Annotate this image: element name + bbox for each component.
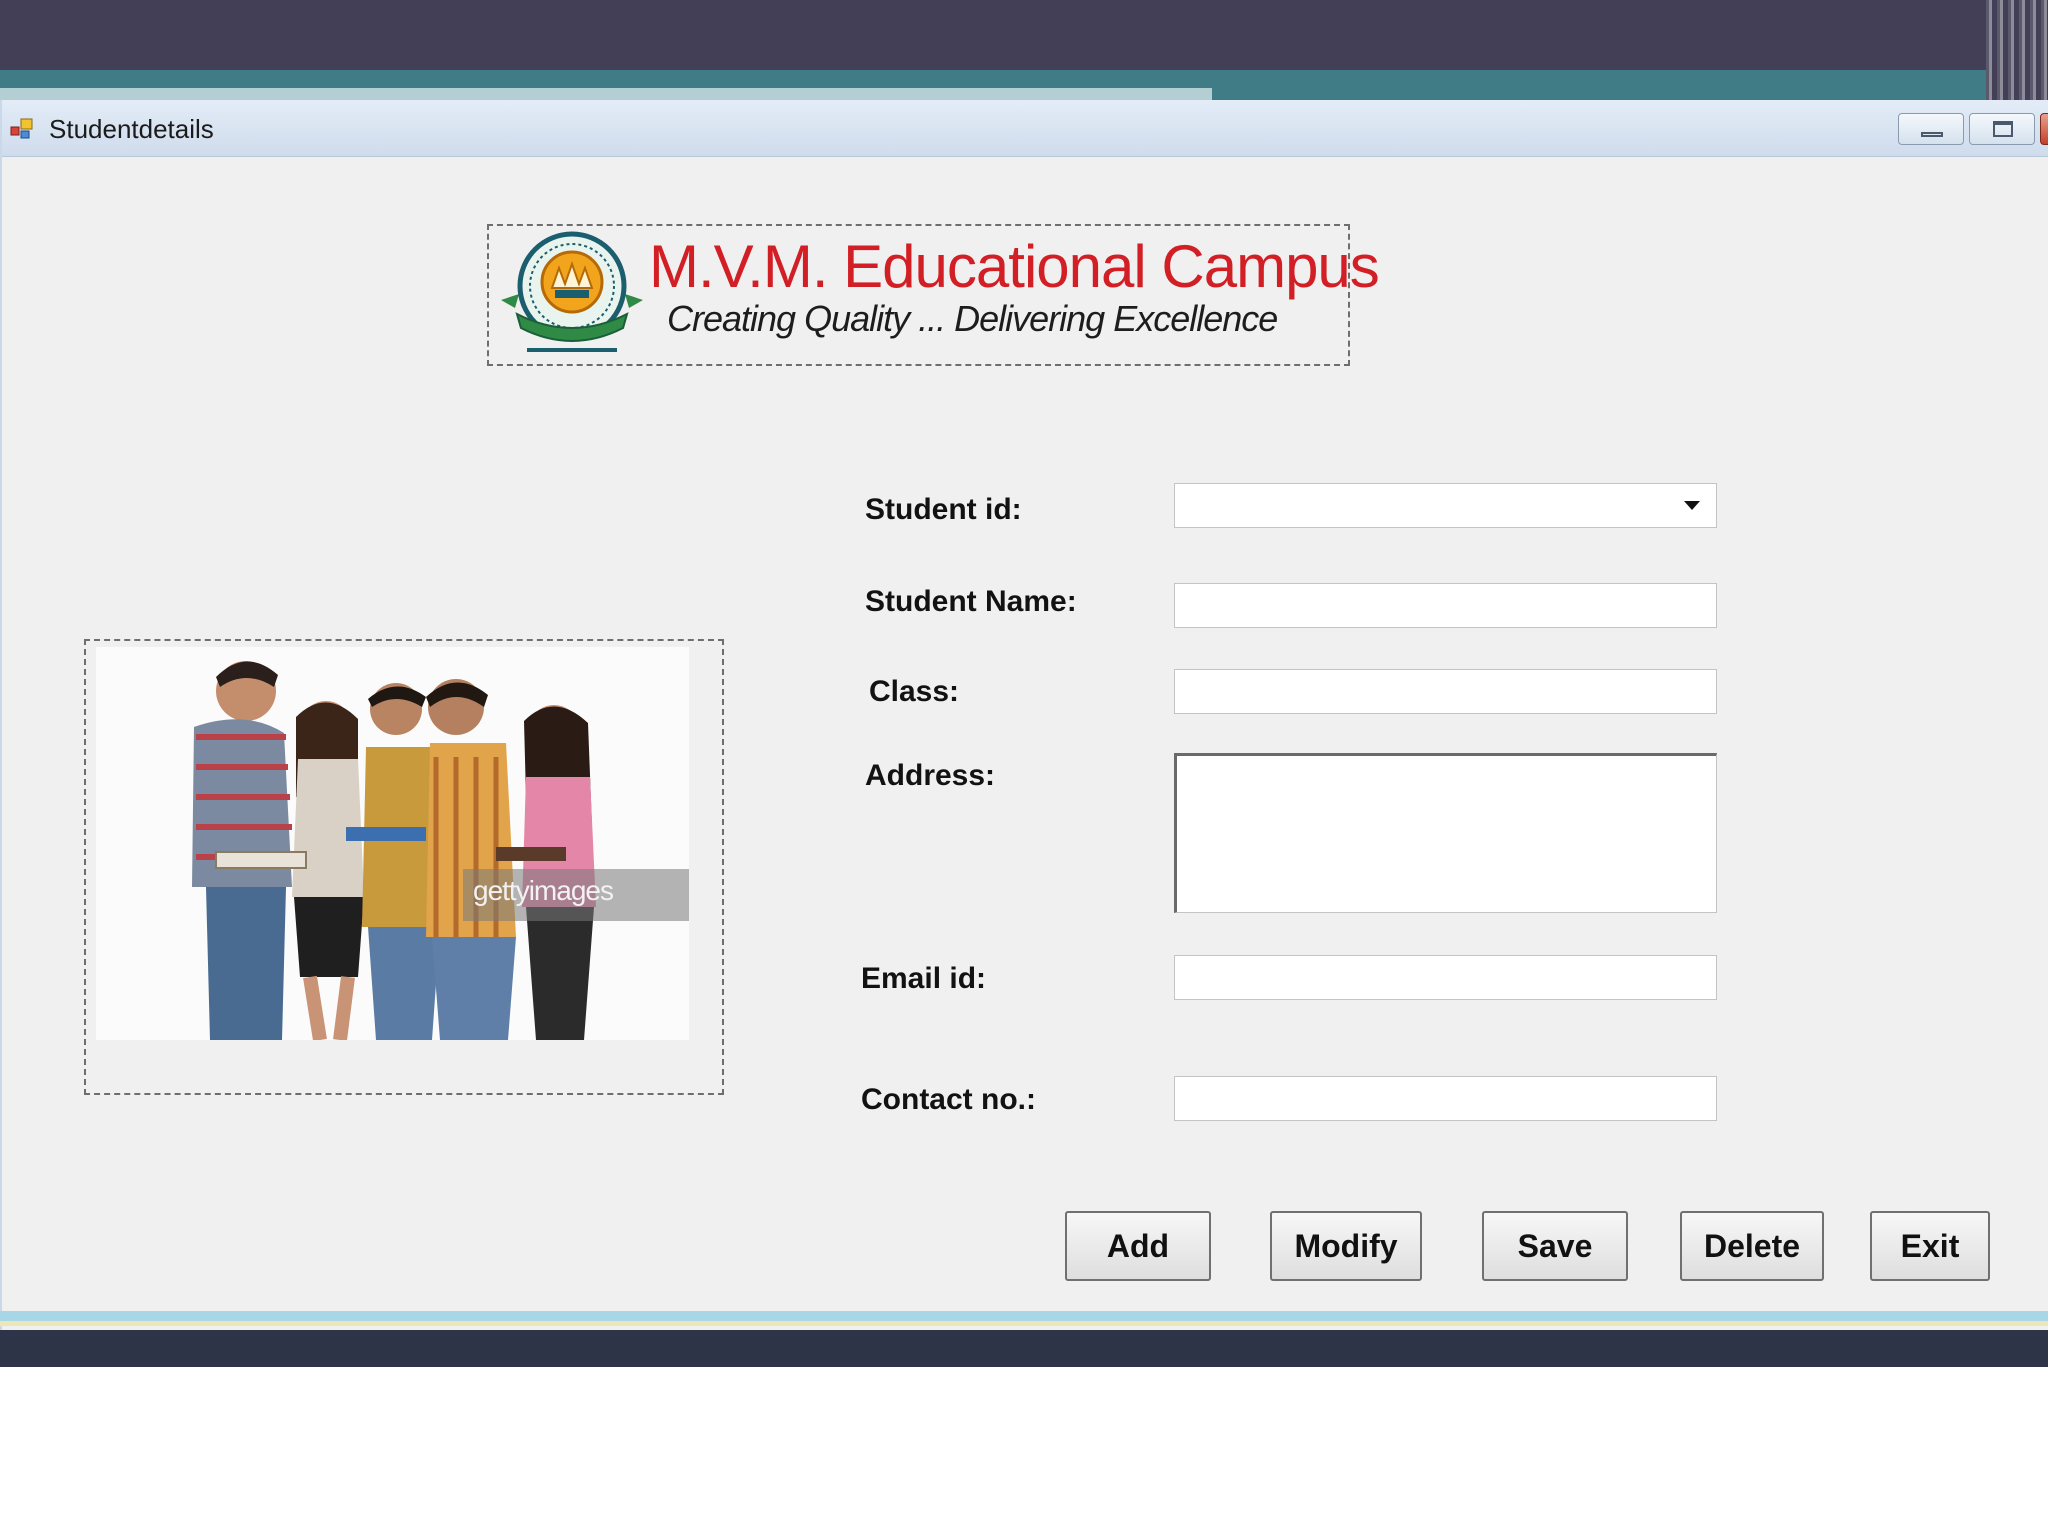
- email-label: Email id:: [861, 962, 987, 995]
- slide-top-band: [0, 0, 2048, 70]
- slide-bottom-yellow-line: [0, 1321, 2048, 1326]
- title-bar[interactable]: Studentdetails: [2, 100, 2048, 157]
- slide-stripe-decoration: [1986, 0, 2048, 100]
- address-label: Address:: [865, 759, 996, 792]
- student-group-photo: gettyimages: [96, 647, 689, 1040]
- campus-emblem-icon: [501, 231, 643, 352]
- minimize-button[interactable]: [1898, 113, 1964, 145]
- watermark-text: gettyimages: [473, 875, 614, 906]
- student-name-field[interactable]: [1174, 583, 1717, 628]
- email-field[interactable]: [1174, 955, 1717, 1000]
- modify-button[interactable]: Modify: [1270, 1211, 1422, 1281]
- logo-title: M.V.M. Educational Campus: [649, 233, 1380, 300]
- address-textarea[interactable]: [1174, 753, 1717, 913]
- slide-bottom-dark-band: [0, 1330, 2048, 1367]
- student-id-dropdown[interactable]: [1174, 483, 1717, 528]
- student-id-label: Student id:: [865, 493, 1022, 526]
- app-icon: [10, 118, 33, 139]
- class-label: Class:: [869, 675, 960, 708]
- logo-banner: M.V.M. Educational Campus Creating Quali…: [487, 224, 1380, 366]
- slide-teal-highlight: [0, 88, 1212, 100]
- maximize-button[interactable]: [1969, 113, 2035, 145]
- save-button[interactable]: Save: [1482, 1211, 1628, 1281]
- add-button[interactable]: Add: [1065, 1211, 1211, 1281]
- photo-watermark: gettyimages: [463, 869, 689, 921]
- exit-button[interactable]: Exit: [1870, 1211, 1990, 1281]
- students-illustration: [192, 661, 596, 1040]
- student-details-window: Studentdetails M.V.M. Educational Campus…: [0, 100, 2048, 1345]
- contact-label: Contact no.:: [861, 1083, 1036, 1116]
- student-photo-box: gettyimages: [84, 639, 724, 1095]
- logo-tagline: Creating Quality ... Delivering Excellen…: [667, 298, 1278, 339]
- class-field[interactable]: [1174, 669, 1717, 714]
- contact-field[interactable]: [1174, 1076, 1717, 1121]
- close-button[interactable]: [2040, 113, 2048, 145]
- window-title: Studentdetails: [49, 114, 214, 144]
- delete-button[interactable]: Delete: [1680, 1211, 1824, 1281]
- student-name-label: Student Name:: [865, 585, 1077, 618]
- slide-bottom-light-band: [0, 1311, 2048, 1321]
